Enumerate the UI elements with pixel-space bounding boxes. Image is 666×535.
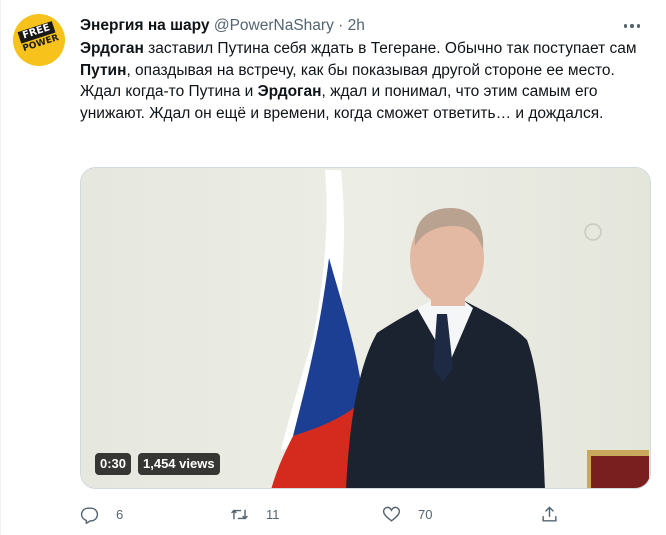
timestamp[interactable]: 2h xyxy=(348,17,365,34)
heart-icon xyxy=(382,506,401,522)
reply-button[interactable]: 6 xyxy=(80,500,123,528)
video-duration: 0:30 xyxy=(95,453,132,475)
tweet-text-bold: Эрдоган xyxy=(80,40,144,57)
tweet-text-bold: Путин xyxy=(80,61,127,79)
tweet-text-bold: Эрдоган xyxy=(257,83,322,100)
avatar[interactable]: FREE POWER xyxy=(13,14,65,66)
tweet-text-segment: заставил Путина себя ждать в Тегеране. О… xyxy=(143,40,637,57)
more-options-icon[interactable] xyxy=(622,18,642,34)
retweet-button[interactable]: 11 xyxy=(230,500,280,528)
view-count: 1,454 views xyxy=(138,453,220,475)
video-player[interactable]: 0:30 1,454 views xyxy=(80,167,651,489)
display-name[interactable]: Энергия на шару xyxy=(80,17,210,34)
video-frame xyxy=(81,168,650,488)
share-button[interactable] xyxy=(540,500,559,528)
like-count: 70 xyxy=(418,506,433,522)
retweet-icon xyxy=(231,509,248,519)
reply-count: 6 xyxy=(116,506,124,522)
share-icon xyxy=(542,505,557,522)
tweet-text: Эрдоган заставил Путина себя ждать в Тег… xyxy=(80,38,650,124)
action-bar: 6 11 70 xyxy=(80,500,560,528)
retweet-count: 11 xyxy=(266,506,280,522)
chair xyxy=(587,450,649,488)
tweet-header: Энергия на шару @PowerNaShary · 2h xyxy=(80,15,365,37)
like-button[interactable]: 70 xyxy=(382,500,432,528)
reply-icon xyxy=(80,506,99,524)
user-handle[interactable]: @PowerNaShary xyxy=(214,17,334,34)
tweet[interactable]: FREE POWER Энергия на шару @PowerNaShary… xyxy=(0,0,666,535)
avatar-logo: FREE POWER xyxy=(17,21,61,59)
separator-dot: · xyxy=(338,17,344,34)
